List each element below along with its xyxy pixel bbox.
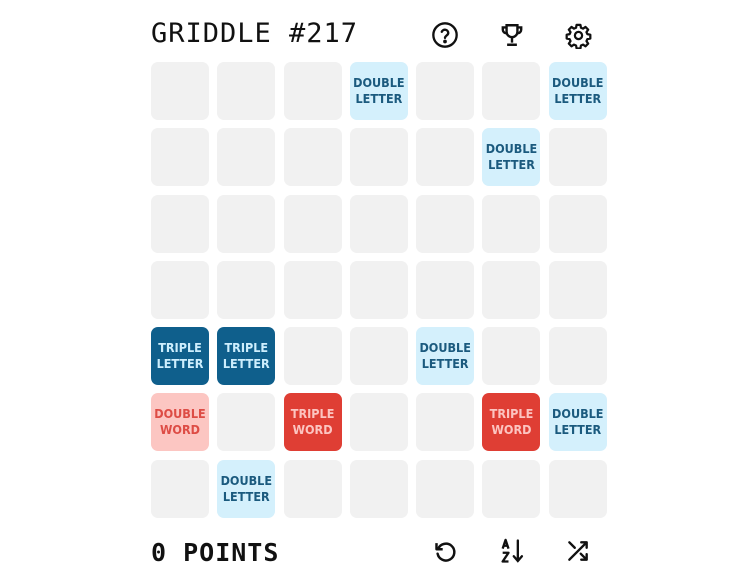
tile-label-line1: DOUBLE [220, 472, 273, 488]
tile-empty[interactable] [151, 62, 209, 120]
tile-empty[interactable] [349, 327, 408, 386]
tile-double-letter[interactable]: DOUBLE LETTER [548, 62, 607, 120]
tile-label: DOUBLE LETTER [221, 473, 272, 505]
tile-label-line1: TRIPLE [158, 340, 202, 356]
tile-label-line2: LETTER [222, 488, 270, 504]
tile-empty[interactable] [416, 62, 475, 120]
tile-label-line1: TRIPLE [290, 406, 335, 422]
tile-label: TRIPLE WORD [291, 406, 335, 438]
help-icon [432, 22, 458, 48]
points-display: 0 POINTS [151, 538, 280, 567]
tile-double-letter[interactable]: DOUBLE LETTER [416, 327, 475, 386]
tile-double-letter[interactable]: DOUBLE LETTER [548, 393, 607, 452]
tile-empty[interactable] [482, 459, 541, 518]
tile-label-line1: TRIPLE [489, 406, 534, 422]
tile-label-line2: LETTER [421, 356, 469, 372]
tile-label: TRIPLE LETTER [157, 340, 204, 372]
tile-label-line2: WORD [292, 422, 333, 438]
tile-label: DOUBLE LETTER [419, 340, 470, 372]
tile-empty[interactable] [151, 194, 209, 253]
tile-empty[interactable] [283, 194, 342, 253]
tile-label-line1: DOUBLE [552, 406, 604, 422]
tile-label-line2: WORD [160, 422, 200, 438]
tile-empty[interactable] [217, 194, 276, 253]
game-board: DOUBLE LETTER DOUBLE LETTER DOUBLE LETTER TRIP… [151, 62, 607, 518]
tile-empty[interactable] [349, 194, 408, 253]
tile-label-line1: DOUBLE [485, 141, 538, 157]
tile-triple-word[interactable]: TRIPLE WORD [482, 393, 541, 452]
tile-empty[interactable] [151, 260, 209, 319]
tile-label-line2: LETTER [554, 91, 602, 106]
tile-empty[interactable] [482, 327, 541, 386]
tile-label-line2: LETTER [554, 422, 602, 438]
tile-label-line1: DOUBLE [419, 340, 471, 356]
tile-label: TRIPLE LETTER [223, 340, 270, 372]
tile-double-letter[interactable]: DOUBLE LETTER [482, 128, 541, 187]
tile-empty[interactable] [283, 62, 342, 120]
tile-empty[interactable] [482, 194, 541, 253]
tile-empty[interactable] [283, 260, 342, 319]
settings-button[interactable] [563, 20, 593, 50]
sort-button[interactable] [497, 536, 527, 566]
tile-label: DOUBLE LETTER [552, 75, 603, 107]
tile-triple-letter[interactable]: TRIPLE LETTER [151, 327, 209, 386]
tile-empty[interactable] [217, 62, 276, 120]
tile-empty[interactable] [416, 260, 475, 319]
tile-empty[interactable] [548, 128, 607, 187]
tile-empty[interactable] [416, 393, 475, 452]
game-title: GRIDDLE #217 [151, 18, 359, 49]
tile-label-line1: DOUBLE [154, 406, 206, 422]
tile-empty[interactable] [283, 459, 342, 518]
tile-double-letter[interactable]: DOUBLE LETTER [217, 459, 276, 518]
header: GRIDDLE #217 [151, 14, 607, 56]
settings-icon [565, 23, 591, 49]
tile-empty[interactable] [548, 459, 607, 518]
tile-label-line1: DOUBLE [353, 75, 405, 90]
tile-empty[interactable] [151, 128, 209, 187]
tile-empty[interactable] [283, 327, 342, 386]
footer: 0 POINTS [151, 530, 607, 576]
tile-empty[interactable] [416, 128, 475, 187]
tile-label: DOUBLE LETTER [486, 141, 537, 173]
shuffle-icon [568, 541, 588, 561]
tile-triple-word[interactable]: TRIPLE WORD [283, 393, 342, 452]
leaderboard-button[interactable] [497, 20, 527, 50]
trophy-icon [501, 24, 523, 46]
tile-label: DOUBLE LETTER [353, 75, 404, 107]
tile-empty[interactable] [416, 194, 475, 253]
tile-empty[interactable] [349, 128, 408, 187]
tile-empty[interactable] [217, 128, 276, 187]
tile-triple-letter[interactable]: TRIPLE LETTER [217, 327, 276, 386]
tile-empty[interactable] [349, 260, 408, 319]
tile-empty[interactable] [283, 128, 342, 187]
tile-label-line1: DOUBLE [552, 75, 604, 90]
reset-button[interactable] [430, 536, 460, 566]
tile-empty[interactable] [482, 62, 541, 120]
tile-label-line2: LETTER [222, 356, 270, 372]
tile-label-line2: LETTER [156, 356, 204, 372]
tile-empty[interactable] [349, 459, 408, 518]
tile-double-word[interactable]: DOUBLE WORD [151, 393, 209, 452]
tile-label: DOUBLE WORD [154, 406, 205, 438]
tile-empty[interactable] [349, 393, 408, 452]
tile-double-letter[interactable]: DOUBLE LETTER [349, 62, 408, 120]
tile-empty[interactable] [482, 260, 541, 319]
help-button[interactable] [430, 20, 460, 50]
tile-label-line2: LETTER [488, 157, 535, 173]
reset-icon [434, 541, 456, 562]
tile-empty[interactable] [548, 260, 607, 319]
tile-label-line2: LETTER [355, 91, 403, 106]
tile-empty[interactable] [217, 260, 276, 319]
tile-empty[interactable] [416, 459, 475, 518]
tile-label-line2: WORD [491, 422, 532, 438]
tile-label: DOUBLE LETTER [552, 406, 603, 438]
tile-empty[interactable] [217, 393, 276, 452]
tile-empty[interactable] [548, 194, 607, 253]
shuffle-button[interactable] [563, 536, 593, 566]
tile-empty[interactable] [548, 327, 607, 386]
tile-label-line1: TRIPLE [224, 340, 269, 356]
tile-label: TRIPLE WORD [490, 406, 534, 438]
sort-alpha-icon [501, 538, 524, 563]
tile-empty[interactable] [151, 459, 209, 518]
